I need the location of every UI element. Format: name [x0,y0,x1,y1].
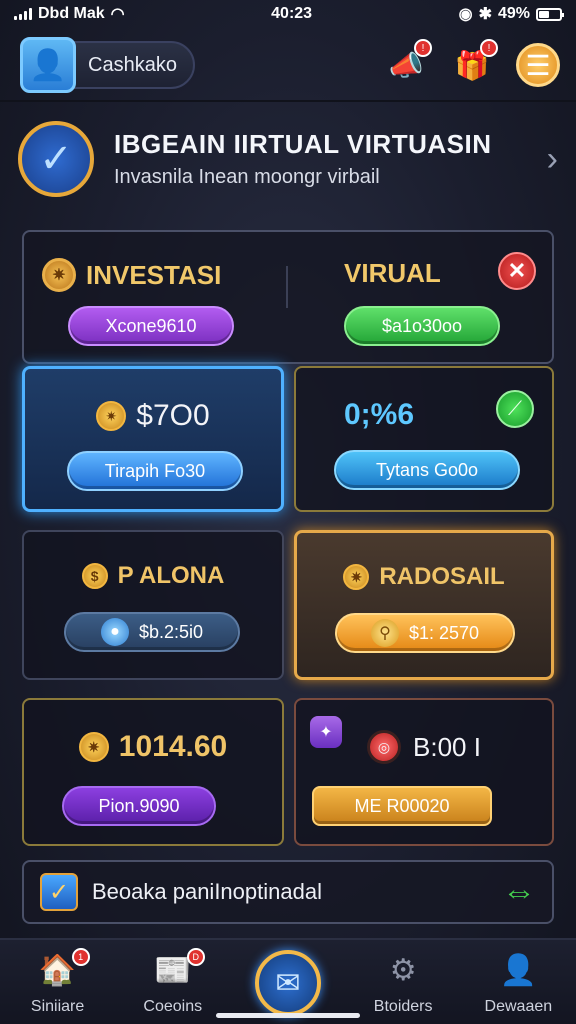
card-total[interactable]: ✷ 1014.60 Pion.9090 [22,698,284,846]
wifi-icon: ◠ [110,6,125,23]
card-palona-value: $b.2:5i0 [138,621,204,642]
card-radosail-button[interactable]: ⚲ $1: 2570 [335,613,515,653]
slash-icon[interactable]: ⟋ [496,390,534,428]
investasi-title: INVESTASI [86,259,222,290]
gear-icon: ⚙ [389,953,417,987]
target-icon: ◎ [367,730,402,764]
user-profile-chip[interactable]: 👤 Cashkako [20,37,195,93]
notification-badge: D [186,948,205,966]
gear-icon: ✷ [343,564,370,590]
carrier-label: Dbd Mak [38,5,105,22]
tab-settings[interactable]: ⚙ Btoiders [353,948,453,1016]
confirm-bar[interactable]: ✓ Beoaka paniInoptinadal ⇔ [22,860,554,924]
card-bonus-title: B:00 I [413,731,481,762]
notification-badge: ! [414,39,432,57]
banner-subtitle: Invasnila Inean moongr virbail [114,166,380,188]
tab-label: Siniiare [30,998,85,1015]
tab-documents[interactable]: 📰 D Coeoins [123,948,223,1016]
alarm-icon: ◉ [458,6,473,23]
coin-icon[interactable]: ☰ [516,43,560,87]
virual-value-button[interactable]: $a1o30oo [344,306,500,346]
card-palona-title: P ALONA [117,562,225,589]
coin-icon: ⚲ [370,619,399,647]
person-icon: 👤 [499,953,538,987]
confirm-text: Beoaka paniInoptinadal [92,879,322,904]
avatar[interactable]: 👤 [20,37,76,93]
card-rate-button[interactable]: Tytans Go0o [334,450,520,490]
swap-arrows-icon[interactable]: ⇔ [502,873,536,912]
gear-icon: ✷ [78,732,109,762]
card-radosail[interactable]: ✷ RADOSAIL ⚲ $1: 2570 [294,530,554,680]
balloon-icon: ● [100,618,129,646]
bottom-tab-bar: 🏠 1 Siniiare 📰 D Coeoins ✉ ⚙ Btoiders 👤 … [0,938,576,1024]
chevron-right-icon[interactable]: › [547,140,558,179]
megaphone-icon[interactable]: 📣! [384,39,432,87]
dollar-gear-icon: $ [81,563,108,589]
card-radosail-title: RADOSAIL [379,563,505,590]
card-radosail-value: $1: 2570 [408,622,480,643]
clock: 40:23 [271,5,313,22]
promo-banner[interactable]: ✓ IBGEAIN IIRTUAL VIRTUASIN Invasnila In… [18,112,558,206]
card-balance-button[interactable]: Tirapih Fo30 [67,451,243,491]
checkbox[interactable]: ✓ [40,873,78,911]
card-palona-button[interactable]: ● $b.2:5i0 [64,612,240,652]
battery-icon [536,7,564,21]
bluetooth-icon: ✱ [478,6,492,23]
gift-icon[interactable]: 🎁! [450,39,498,87]
card-balance-title: $7O0 [136,399,210,432]
gear-icon: ✷ [42,258,76,292]
card-total-title: 1014.60 [118,730,228,763]
notification-badge: 1 [71,948,90,966]
status-bar: Dbd Mak ◠ 40:23 ◉ ✱ 49% [0,0,576,28]
home-indicator [216,1013,360,1018]
panel-divider [286,266,288,308]
card-balance[interactable]: ✷ $7O0 Tirapih Fo30 [22,366,284,512]
gear-icon: ✷ [96,401,127,431]
tab-label: Btoiders [373,998,433,1015]
signal-icon [14,8,32,20]
battery-percent: 49% [497,5,530,22]
investasi-value-button[interactable]: Xcone9610 [68,306,234,346]
card-rate-title: 0;%6 [344,398,415,431]
tab-center[interactable]: ✉ [238,948,338,1016]
mail-icon: ✉ [254,950,321,1016]
checkmark-icon: ✓ [18,121,94,197]
virual-title: VIRUAL [344,258,441,288]
notification-badge: ! [480,39,498,57]
banner-title: IBGEAIN IIRTUAL VIRTUASIN [114,129,492,159]
card-bonus[interactable]: ✦ ◎ B:00 I ME R00020 [294,698,554,846]
top-bar: 👤 Cashkako 📣! 🎁! ☰ [0,32,576,98]
tab-profile[interactable]: 👤 Dewaaen [468,948,568,1016]
card-total-button[interactable]: Pion.9090 [62,786,216,826]
tab-label: Dewaaen [484,998,553,1015]
tab-home[interactable]: 🏠 1 Siniiare [8,948,108,1016]
tab-label: Coeoins [143,998,203,1015]
card-palona[interactable]: $ P ALONA ● $b.2:5i0 [22,530,284,680]
close-icon[interactable]: ✕ [498,252,536,290]
header-divider [0,100,576,102]
investment-panel: ✷ INVESTASI Xcone9610 VIRUAL $a1o30oo ✕ [22,230,554,364]
card-rate[interactable]: 0;%6 ⟋ Tytans Go0o [294,366,554,512]
card-bonus-button[interactable]: ME R00020 [312,786,492,826]
username: Cashkako [88,53,177,76]
